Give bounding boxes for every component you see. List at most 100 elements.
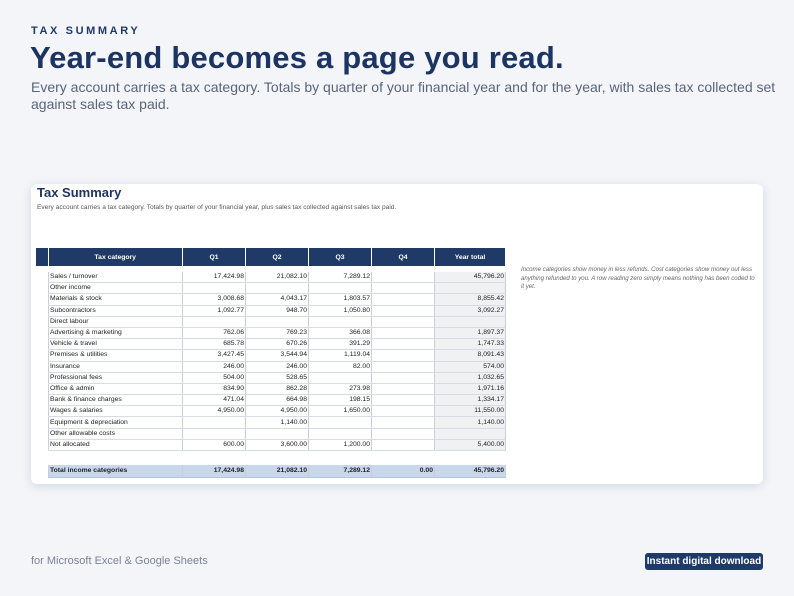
q2-cell[interactable]: 4,950.00 [245,405,309,418]
q2-cell[interactable]: 4,043.17 [245,293,309,306]
q1-cell[interactable]: 504.00 [182,372,246,384]
q1-cell[interactable] [182,428,246,440]
q4-cell[interactable]: 0.00 [371,465,435,478]
q1-cell[interactable]: 834.90 [182,383,246,396]
total-cell[interactable]: 1,747.33 [434,338,506,351]
total-cell[interactable]: 11,550.00 [434,405,506,418]
q4-cell[interactable] [371,416,435,429]
total-cell[interactable]: 8,091.43 [434,349,506,362]
q2-cell[interactable]: 664.98 [245,394,309,407]
q4-cell[interactable] [371,272,435,284]
q3-cell[interactable] [308,372,372,384]
q4-cell[interactable] [371,305,435,317]
q4-cell[interactable] [371,293,435,306]
q2-cell[interactable] [245,282,309,295]
category-cell[interactable]: Equipment & depreciation [48,416,183,429]
category-cell[interactable]: Professional fees [48,372,183,384]
q4-cell[interactable] [371,282,435,295]
category-cell[interactable]: Premises & utilities [48,349,183,362]
q4-cell[interactable] [371,316,435,328]
category-cell[interactable]: Other income [48,282,183,295]
q3-cell[interactable]: 366.08 [308,327,372,340]
q3-cell[interactable]: 1,650.00 [308,405,372,418]
q3-cell[interactable]: 391.29 [308,338,372,351]
q1-cell[interactable]: 600.00 [182,439,246,452]
column-header-q2[interactable]: Q2 [245,248,309,266]
q1-cell[interactable]: 1,092.77 [182,305,246,317]
column-header-q1[interactable]: Q1 [182,248,246,266]
q2-cell[interactable]: 3,600.00 [245,439,309,452]
category-cell[interactable]: Vehicle & travel [48,338,183,351]
category-cell[interactable]: Wages & salaries [48,405,183,418]
q4-cell[interactable] [371,338,435,351]
total-cell[interactable]: 45,796.20 [434,465,506,478]
total-cell[interactable]: 574.00 [434,361,506,373]
q2-cell[interactable]: 246.00 [245,361,309,373]
q4-cell[interactable] [371,361,435,373]
q4-cell[interactable] [371,372,435,384]
q4-cell[interactable] [371,327,435,340]
total-cell[interactable]: 1,140.00 [434,416,506,429]
category-cell[interactable]: Insurance [48,361,183,373]
category-cell[interactable]: Office & admin [48,383,183,396]
category-cell[interactable]: Total income categories [48,465,183,478]
q4-cell[interactable] [371,349,435,362]
q3-cell[interactable] [308,282,372,295]
q3-cell[interactable]: 1,050.80 [308,305,372,317]
total-cell[interactable] [434,428,506,440]
q4-cell[interactable] [371,439,435,452]
category-cell[interactable]: Subcontractors [48,305,183,317]
q1-cell[interactable] [182,282,246,295]
q1-cell[interactable]: 685.78 [182,338,246,351]
q2-cell[interactable]: 1,140.00 [245,416,309,429]
q1-cell[interactable]: 17,424.98 [182,465,246,478]
q3-cell[interactable]: 1,119.04 [308,349,372,362]
total-cell[interactable] [434,282,506,295]
total-cell[interactable]: 1,971.16 [434,383,506,396]
q3-cell[interactable] [308,428,372,440]
total-cell[interactable]: 45,796.20 [434,272,506,284]
total-cell[interactable]: 1,334.17 [434,394,506,407]
q3-cell[interactable]: 1,200.00 [308,439,372,452]
q1-cell[interactable]: 762.06 [182,327,246,340]
q2-cell[interactable]: 3,544.94 [245,349,309,362]
q3-cell[interactable]: 82.00 [308,361,372,373]
q3-cell[interactable] [308,416,372,429]
q1-cell[interactable] [182,316,246,328]
q1-cell[interactable]: 4,950.00 [182,405,246,418]
download-badge[interactable]: Instant digital download [645,553,763,570]
q2-cell[interactable]: 769.23 [245,327,309,340]
q1-cell[interactable]: 246.00 [182,361,246,373]
total-cell[interactable]: 1,897.37 [434,327,506,340]
q1-cell[interactable] [182,416,246,429]
q3-cell[interactable]: 1,803.57 [308,293,372,306]
column-header-q3[interactable]: Q3 [308,248,372,266]
q4-cell[interactable] [371,405,435,418]
column-header-category[interactable]: Tax category [48,248,183,266]
total-cell[interactable]: 3,092.27 [434,305,506,317]
q1-cell[interactable]: 3,427.45 [182,349,246,362]
q2-cell[interactable]: 670.26 [245,338,309,351]
category-cell[interactable]: Bank & finance charges [48,394,183,407]
q3-cell[interactable] [308,316,372,328]
q2-cell[interactable]: 862.28 [245,383,309,396]
q1-cell[interactable]: 471.04 [182,394,246,407]
q1-cell[interactable]: 17,424.98 [182,272,246,284]
q1-cell[interactable]: 3,008.68 [182,293,246,306]
q2-cell[interactable]: 21,082.10 [245,272,309,284]
q3-cell[interactable]: 7,289.12 [308,465,372,478]
q2-cell[interactable] [245,428,309,440]
total-cell[interactable]: 1,032.65 [434,372,506,384]
total-cell[interactable]: 5,400.00 [434,439,506,452]
q2-cell[interactable]: 948.70 [245,305,309,317]
category-cell[interactable]: Direct labour [48,316,183,328]
category-cell[interactable]: Not allocated [48,439,183,452]
category-cell[interactable]: Sales / turnover [48,272,183,284]
q3-cell[interactable]: 7,289.12 [308,272,372,284]
q2-cell[interactable]: 21,082.10 [245,465,309,478]
q2-cell[interactable]: 528.65 [245,372,309,384]
column-header-year-total[interactable]: Year total [434,248,506,266]
total-cell[interactable] [434,316,506,328]
category-cell[interactable]: Materials & stock [48,293,183,306]
q3-cell[interactable]: 273.98 [308,383,372,396]
